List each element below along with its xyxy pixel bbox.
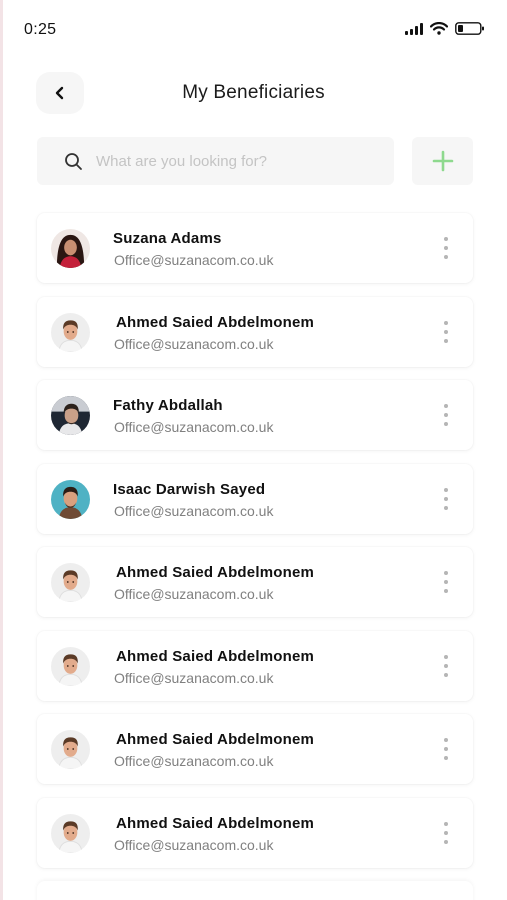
add-beneficiary-button[interactable] xyxy=(412,137,473,185)
battery-icon xyxy=(455,22,484,35)
beneficiary-name: Fathy Abdallah xyxy=(113,397,223,414)
more-options-icon[interactable] xyxy=(438,571,454,593)
cellular-signal-icon xyxy=(405,22,423,35)
more-options-icon[interactable] xyxy=(438,654,454,677)
more-options-icon[interactable] xyxy=(438,320,454,343)
status-icons xyxy=(405,22,485,35)
man-avatar xyxy=(51,646,90,686)
window-edge xyxy=(0,0,3,900)
list-item[interactable]: Ahmed Saied Abdelmonem Office@suzanacom.… xyxy=(37,547,473,617)
list-item-partial[interactable] xyxy=(37,881,473,900)
wifi-icon xyxy=(430,22,448,35)
beneficiary-email: Office@suzanacom.co.uk xyxy=(114,252,274,268)
search-box[interactable] xyxy=(37,137,394,185)
man-teal-avatar xyxy=(51,479,90,519)
list-item[interactable]: Suzana Adams Office@suzanacom.co.uk xyxy=(37,213,473,283)
list-item[interactable]: Fathy Abdallah Office@suzanacom.co.uk xyxy=(37,380,473,450)
more-options-icon[interactable] xyxy=(438,404,454,426)
list-item[interactable]: Ahmed Saied Abdelmonem Office@suzanacom.… xyxy=(37,630,473,701)
man-avatar xyxy=(51,730,90,769)
beneficiary-email: Office@suzanacom.co.uk xyxy=(114,586,274,602)
beneficiary-email: Office@suzanacom.co.uk xyxy=(114,836,274,853)
beneficiary-email: Office@suzanacom.co.uk xyxy=(114,419,274,435)
beneficiary-name: Ahmed Saied Abdelmonem xyxy=(116,814,315,832)
more-options-icon[interactable] xyxy=(438,237,454,259)
status-time: 0:25 xyxy=(24,21,57,38)
beneficiary-email: Office@suzanacom.co.uk xyxy=(114,502,274,519)
more-options-icon[interactable] xyxy=(438,821,454,844)
beneficiary-list: Suzana Adams Office@suzanacom.co.uk Ahme… xyxy=(37,213,473,900)
status-bar: 0:25 xyxy=(0,0,507,60)
list-item[interactable]: Ahmed Saied Abdelmonem Office@suzanacom.… xyxy=(37,714,473,784)
woman-avatar xyxy=(51,229,90,268)
man-avatar xyxy=(51,312,90,352)
beneficiary-name: Ahmed Saied Abdelmonem xyxy=(116,731,315,748)
more-options-icon[interactable] xyxy=(438,487,454,510)
beneficiary-name: Suzana Adams xyxy=(113,230,222,247)
man-avatar xyxy=(51,813,90,853)
beneficiary-email: Office@suzanacom.co.uk xyxy=(114,669,274,686)
beneficiary-email: Office@suzanacom.co.uk xyxy=(114,753,274,769)
more-options-icon[interactable] xyxy=(438,738,454,760)
list-item[interactable]: Ahmed Saied Abdelmonem Office@suzanacom.… xyxy=(37,296,473,367)
man-dark-avatar xyxy=(51,396,90,435)
beneficiary-name: Ahmed Saied Abdelmonem xyxy=(116,313,315,331)
list-item[interactable]: Ahmed Saied Abdelmonem Office@suzanacom.… xyxy=(37,797,473,868)
beneficiary-email: Office@suzanacom.co.uk xyxy=(114,335,274,352)
search-input[interactable] xyxy=(96,152,376,170)
beneficiary-name: Ahmed Saied Abdelmonem xyxy=(116,647,315,665)
page-title: My Beneficiaries xyxy=(182,82,325,103)
plus-icon xyxy=(432,150,453,172)
beneficiary-name: Isaac Darwish Sayed xyxy=(113,480,266,498)
list-item[interactable]: Isaac Darwish Sayed Office@suzanacom.co.… xyxy=(37,463,473,534)
beneficiary-name: Ahmed Saied Abdelmonem xyxy=(116,564,315,581)
man-avatar xyxy=(51,563,90,602)
search-icon xyxy=(65,152,82,170)
